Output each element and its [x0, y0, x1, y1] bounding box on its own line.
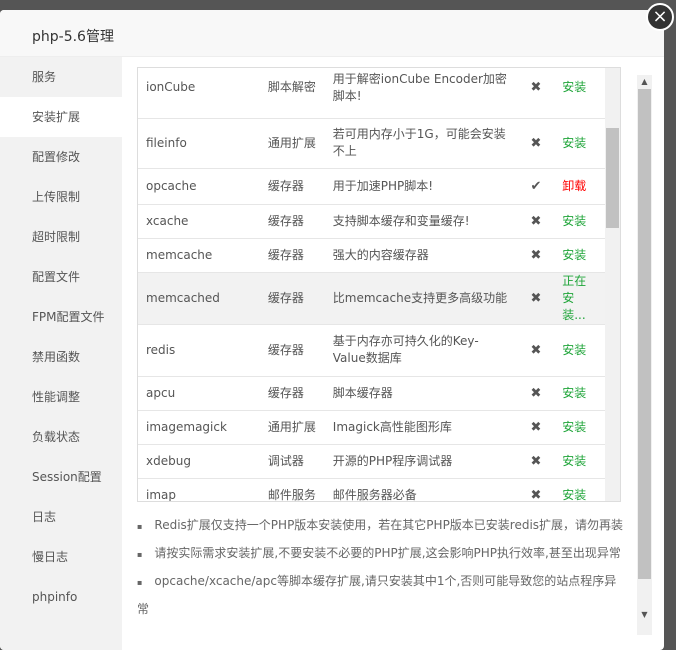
extension-description: 开源的PHP程序调试器	[324, 444, 518, 479]
extension-description: 邮件服务器必备	[324, 478, 518, 501]
extension-type: 通用扩展	[259, 118, 325, 169]
extension-row: xdebug 调试器 开源的PHP程序调试器 ✖ 安装	[138, 444, 605, 479]
action-button[interactable]: 安装	[554, 410, 605, 445]
extension-row: ionCube 脚本解密 用于解密ionCube Encoder加密脚本! ✖ 安装	[138, 68, 605, 119]
note-item: 请按实际需求安装扩展,不要安装不必要的PHP扩展,这会影响PHP执行效率,甚至出…	[137, 540, 627, 568]
sidebar-item[interactable]: 服务	[0, 57, 122, 97]
status-icon: ✖	[517, 376, 555, 411]
extension-description: 支持脚本缓存和变量缓存!	[324, 204, 518, 239]
action-button[interactable]: 正在安装...	[554, 272, 605, 325]
action-button[interactable]: 安装	[554, 444, 605, 479]
extension-name: imap	[138, 478, 260, 501]
extension-name: ionCube	[138, 68, 260, 119]
status-icon: ✔	[517, 168, 555, 205]
sidebar-item[interactable]: 性能调整	[0, 377, 122, 417]
extensions-table: ionCube 脚本解密 用于解密ionCube Encoder加密脚本! ✖ 安装 fi…	[138, 68, 605, 501]
extension-type: 邮件服务	[259, 478, 325, 501]
extension-row: opcache 缓存器 用于加速PHP脚本! ✔ 卸载	[138, 168, 605, 205]
extension-description: 用于解密ionCube Encoder加密脚本!	[324, 68, 518, 119]
extension-description: 基于内存亦可持久化的Key-Value数据库	[324, 324, 518, 377]
extension-type: 缓存器	[259, 204, 325, 239]
action-button[interactable]: 安装	[554, 478, 605, 501]
status-icon: ✖	[517, 410, 555, 445]
action-button[interactable]: 卸载	[554, 168, 605, 205]
status-icon: ✖	[517, 272, 555, 325]
extension-name: xcache	[138, 204, 260, 239]
extension-type: 通用扩展	[259, 410, 325, 445]
php-manager-dialog: php-5.6管理 服务 安装扩展 配置修改 上传限制 超时限制 配置文件 FPM配置文件禁…	[0, 10, 664, 650]
action-button[interactable]: 安装	[554, 376, 605, 411]
extension-type: 缓存器	[259, 272, 325, 325]
extension-name: imagemagick	[138, 410, 260, 445]
extension-row: imagemagick 通用扩展 Imagick高性能图形库 ✖ 安装	[138, 410, 605, 445]
extension-name: fileinfo	[138, 118, 260, 169]
extension-name: memcached	[138, 272, 260, 325]
action-button[interactable]: 安装	[554, 68, 605, 119]
close-button[interactable]: ×	[646, 3, 674, 31]
status-icon: ✖	[517, 68, 555, 119]
extension-description: 脚本缓存器	[324, 376, 518, 411]
sidebar-item[interactable]: 日志	[0, 497, 122, 537]
sidebar-item[interactable]: 配置文件	[0, 257, 122, 297]
extension-type: 脚本解密	[259, 68, 325, 119]
scroll-down-icon[interactable]: ▼	[637, 610, 652, 619]
sidebar-item[interactable]: 禁用函数	[0, 337, 122, 377]
sidebar-item[interactable]: 负载状态	[0, 417, 122, 457]
sidebar-item[interactable]: 上传限制	[0, 177, 122, 217]
sidebar-item[interactable]: 慢日志	[0, 537, 122, 577]
status-icon: ✖	[517, 118, 555, 169]
sidebar-item[interactable]: 超时限制	[0, 217, 122, 257]
extension-row: imap 邮件服务 邮件服务器必备 ✖ 安装	[138, 478, 605, 501]
extension-row: apcu 缓存器 脚本缓存器 ✖ 安装	[138, 376, 605, 411]
extension-row: xcache 缓存器 支持脚本缓存和变量缓存! ✖ 安装	[138, 204, 605, 239]
extension-type: 缓存器	[259, 376, 325, 411]
extension-type: 缓存器	[259, 324, 325, 377]
sidebar-item[interactable]: 安装扩展	[0, 97, 122, 137]
sidebar: 服务 安装扩展 配置修改 上传限制 超时限制 配置文件 FPM配置文件 禁用函数 性能调整 负载状…	[0, 57, 122, 650]
extension-name: xdebug	[138, 444, 260, 479]
extension-name: redis	[138, 324, 260, 377]
sidebar-item[interactable]: FPM配置文件	[0, 297, 122, 337]
status-icon: ✖	[517, 478, 555, 501]
notes-list: Redis扩展仅支持一个PHP版本安装使用，若在其它PHP版本已安装redis扩…	[137, 512, 627, 622]
extension-name: memcache	[138, 238, 260, 273]
extension-type: 缓存器	[259, 168, 325, 205]
extension-description: 比memcache支持更多高级功能	[324, 272, 518, 325]
extensions-table-container: ionCube 脚本解密 用于解密ionCube Encoder加密脚本! ✖ 安装 fi…	[137, 67, 621, 502]
status-icon: ✖	[517, 238, 555, 273]
status-icon: ✖	[517, 204, 555, 239]
action-button[interactable]: 安装	[554, 118, 605, 169]
status-icon: ✖	[517, 444, 555, 479]
extension-description: 若可用内存小于1G，可能会安装不上	[324, 118, 518, 169]
extension-description: 强大的内容缓存器	[324, 238, 518, 273]
action-button[interactable]: 安装	[554, 204, 605, 239]
extension-row: redis 缓存器 基于内存亦可持久化的Key-Value数据库 ✖ 安装	[138, 324, 605, 377]
note-item: Redis扩展仅支持一个PHP版本安装使用，若在其它PHP版本已安装redis扩…	[137, 512, 627, 540]
extension-type: 缓存器	[259, 238, 325, 273]
sidebar-item[interactable]: 配置修改	[0, 137, 122, 177]
sidebar-item[interactable]: phpinfo	[0, 577, 122, 617]
extension-description: 用于加速PHP脚本!	[324, 168, 518, 205]
table-scrollbar[interactable]	[605, 68, 620, 501]
note-item: opcache/xcache/apc等脚本缓存扩展,请只安装其中1个,否则可能导…	[137, 568, 627, 622]
scroll-up-icon[interactable]: ▲	[637, 77, 652, 86]
extension-row: memcached 缓存器 比memcache支持更多高级功能 ✖ 正在安装...	[138, 272, 605, 325]
status-icon: ✖	[517, 324, 555, 377]
extension-name: apcu	[138, 376, 260, 411]
extension-row: fileinfo 通用扩展 若可用内存小于1G，可能会安装不上 ✖ 安装	[138, 118, 605, 169]
extension-name: opcache	[138, 168, 260, 205]
action-button[interactable]: 安装	[554, 238, 605, 273]
extensions-panel: ionCube 脚本解密 用于解密ionCube Encoder加密脚本! ✖ 安装 fi…	[122, 57, 652, 650]
dialog-title: php-5.6管理	[0, 10, 664, 57]
panel-scrollbar[interactable]: ▲ ▼	[637, 75, 652, 635]
extension-type: 调试器	[259, 444, 325, 479]
extension-row: memcache 缓存器 强大的内容缓存器 ✖ 安装	[138, 238, 605, 273]
sidebar-item[interactable]: Session配置	[0, 457, 122, 497]
extension-description: Imagick高性能图形库	[324, 410, 518, 445]
action-button[interactable]: 安装	[554, 324, 605, 377]
